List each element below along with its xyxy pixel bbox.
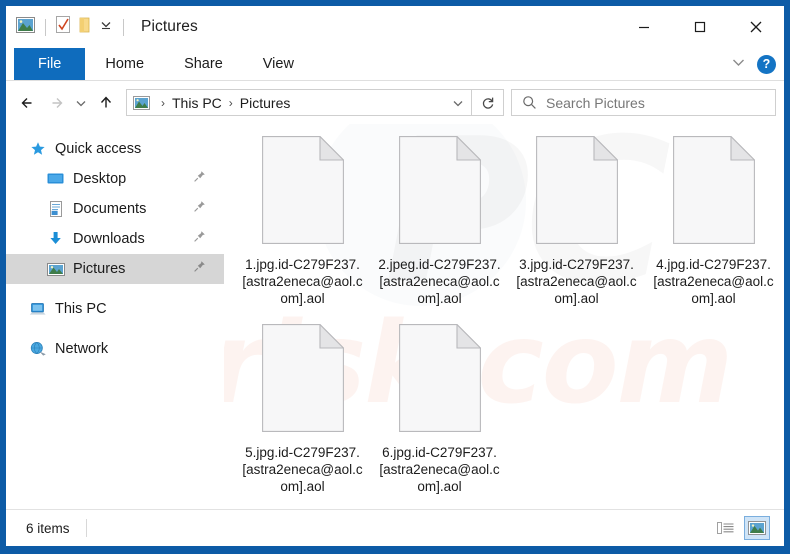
sidebar-label-network: Network: [55, 341, 109, 357]
breadcrumb[interactable]: › This PC › Pictures: [126, 89, 472, 116]
status-separator: [85, 519, 87, 537]
breadcrumb-item-pictures[interactable]: Pictures: [240, 95, 291, 111]
up-button[interactable]: [92, 88, 120, 118]
properties-icon[interactable]: [56, 16, 71, 38]
view-mode-buttons: [712, 516, 770, 540]
quick-access-toolbar: [6, 16, 127, 38]
file-name-label: 2.jpeg.id-C279F237.[astra2eneca@aol.com]…: [378, 257, 501, 306]
tab-file[interactable]: File: [14, 48, 86, 80]
pin-icon-documents[interactable]: [193, 200, 206, 218]
blank-file-icon: [672, 136, 755, 254]
sidebar-item-downloads[interactable]: Downloads: [6, 224, 224, 254]
this-pc-icon: [28, 302, 47, 317]
qat-separator-1: [45, 18, 46, 36]
pictures-folder-icon[interactable]: [16, 16, 35, 38]
file-grid: 1.jpg.id-C279F237.[astra2eneca@aol.com].…: [234, 130, 784, 506]
file-item[interactable]: 3.jpg.id-C279F237.[astra2eneca@aol.com].…: [508, 130, 645, 318]
tab-home[interactable]: Home: [85, 48, 164, 80]
sidebar-item-documents[interactable]: Documents: [6, 194, 224, 224]
large-icons-view-button[interactable]: [744, 516, 770, 540]
sidebar-label-this-pc: This PC: [55, 301, 107, 317]
star-icon: [28, 141, 47, 157]
help-icon[interactable]: ?: [757, 54, 776, 74]
file-name-label: 3.jpg.id-C279F237.[astra2eneca@aol.com].…: [516, 257, 637, 306]
blank-file-icon: [261, 324, 344, 442]
pin-icon-downloads[interactable]: [193, 230, 206, 248]
documents-icon: [46, 201, 65, 217]
breadcrumb-item-this-pc[interactable]: This PC: [172, 95, 222, 111]
customize-qat-chevron-icon[interactable]: [99, 18, 113, 36]
breadcrumb-pictures-icon: [127, 95, 154, 110]
sidebar-gap-1: [6, 284, 224, 294]
blank-file-icon: [261, 136, 344, 254]
navigation-pane: Quick access Desktop Documents Downloads…: [6, 124, 224, 509]
window-inner: Pictures File Home Share View ? › This P…: [6, 6, 784, 546]
file-explorer-window: Pictures File Home Share View ? › This P…: [0, 0, 790, 554]
close-button[interactable]: [728, 6, 784, 48]
tab-share[interactable]: Share: [164, 48, 243, 80]
new-folder-icon[interactable]: [78, 17, 92, 38]
file-item[interactable]: 5.jpg.id-C279F237.[astra2eneca@aol.com].…: [234, 318, 371, 506]
sidebar-item-network[interactable]: Network: [6, 334, 224, 364]
pin-icon-pictures[interactable]: [193, 260, 206, 278]
item-count-label: 6 items: [26, 520, 70, 536]
file-item[interactable]: 6.jpg.id-C279F237.[astra2eneca@aol.com].…: [371, 318, 508, 506]
blank-file-icon: [398, 324, 481, 442]
ribbon-right-controls: ?: [730, 48, 776, 80]
maximize-button[interactable]: [672, 6, 728, 48]
title-bar: Pictures: [6, 6, 784, 48]
blank-file-icon: [535, 136, 618, 254]
downloads-icon: [46, 231, 65, 247]
forward-button: [42, 88, 70, 118]
sidebar-item-pictures[interactable]: Pictures: [6, 254, 224, 284]
search-input[interactable]: Search Pictures: [511, 89, 776, 116]
pin-icon-desktop[interactable]: [193, 170, 206, 188]
file-list-pane[interactable]: PC risk.com 1.jpg.id-C279F237.[astra2ene…: [224, 124, 784, 509]
tab-view[interactable]: View: [243, 48, 314, 80]
search-placeholder: Search Pictures: [546, 94, 645, 111]
file-name-label: 4.jpg.id-C279F237.[astra2eneca@aol.com].…: [653, 257, 774, 306]
desktop-icon: [46, 172, 65, 186]
status-bar: 6 items: [6, 509, 784, 546]
breadcrumb-separator-1: ›: [228, 95, 233, 110]
sidebar-label-pictures: Pictures: [73, 261, 126, 277]
file-name-label: 1.jpg.id-C279F237.[astra2eneca@aol.com].…: [242, 257, 363, 306]
search-icon: [512, 95, 546, 110]
pictures-icon: [46, 262, 65, 277]
sidebar-label-documents: Documents: [73, 201, 147, 217]
network-icon: [28, 341, 47, 357]
ribbon-expand-chevron-icon[interactable]: [730, 55, 747, 73]
sidebar-item-this-pc[interactable]: This PC: [6, 294, 224, 324]
back-button[interactable]: [14, 88, 42, 118]
address-bar: › This PC › Pictures Search Pictures: [6, 81, 784, 124]
file-item[interactable]: 4.jpg.id-C279F237.[astra2eneca@aol.com].…: [645, 130, 782, 318]
sidebar-label-downloads: Downloads: [73, 231, 145, 247]
breadcrumb-dropdown-icon[interactable]: [445, 97, 471, 109]
blank-file-icon: [398, 136, 481, 254]
sidebar-gap-2: [6, 324, 224, 334]
sidebar-item-desktop[interactable]: Desktop: [6, 164, 224, 194]
minimize-button[interactable]: [616, 6, 672, 48]
recent-locations-button[interactable]: [70, 88, 92, 118]
breadcrumb-separator-0: ›: [161, 95, 165, 110]
sidebar-item-quick-access[interactable]: Quick access: [6, 134, 224, 164]
qat-separator-2: [123, 18, 124, 36]
sidebar-label-desktop: Desktop: [73, 171, 127, 187]
window-controls: [616, 6, 784, 48]
file-name-label: 6.jpg.id-C279F237.[astra2eneca@aol.com].…: [379, 445, 500, 494]
sidebar-label-quick-access: Quick access: [55, 141, 142, 157]
ribbon-tab-bar: File Home Share View ?: [6, 48, 784, 81]
refresh-button[interactable]: [472, 89, 504, 116]
window-title: Pictures: [141, 18, 198, 35]
file-name-label: 5.jpg.id-C279F237.[astra2eneca@aol.com].…: [242, 445, 363, 494]
explorer-body: Quick access Desktop Documents Downloads…: [6, 124, 784, 509]
details-view-button[interactable]: [712, 516, 738, 540]
file-item[interactable]: 1.jpg.id-C279F237.[astra2eneca@aol.com].…: [234, 130, 371, 318]
file-item[interactable]: 2.jpeg.id-C279F237.[astra2eneca@aol.com]…: [371, 130, 508, 318]
